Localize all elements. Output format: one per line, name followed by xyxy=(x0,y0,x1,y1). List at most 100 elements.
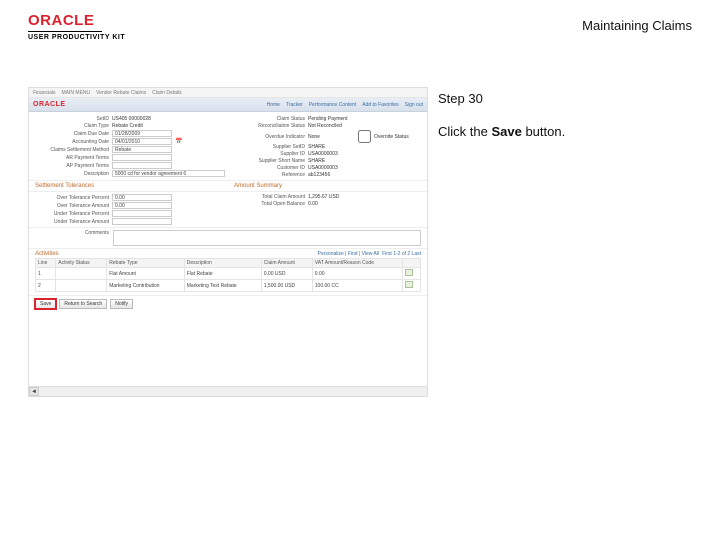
lbl-setid: SetID xyxy=(35,116,109,122)
section-headers: Settlement Tolerances Amount Summary xyxy=(29,181,427,192)
val-ref: ab123456 xyxy=(308,172,421,178)
val-overdue: None xyxy=(308,134,355,140)
th-vat: VAT Amount/Reason Code xyxy=(312,259,402,268)
inpt-uta[interactable] xyxy=(112,218,172,225)
nav-fav[interactable]: Add to Favorites xyxy=(362,102,398,108)
inpt-otp[interactable]: 0.00 xyxy=(112,194,172,201)
scroll-left-icon[interactable]: ◄ xyxy=(29,387,39,396)
content-row: Financials MAIN MENU Vendor Rebate Claim… xyxy=(0,87,720,397)
table-row: 1 Flat Amount Flat Rebate 0.00 USD 0.00 xyxy=(36,268,421,280)
table-header-row: Line Activity Status Rebate Type Descrip… xyxy=(36,259,421,268)
app-screenshot: Financials MAIN MENU Vendor Rebate Claim… xyxy=(28,87,428,397)
inpt-acctdate[interactable]: 04/01/2010 xyxy=(112,138,172,145)
cell: Marketing Test Rebate xyxy=(184,280,261,292)
lbl-custid: Customer ID xyxy=(231,165,305,171)
th-desc: Description xyxy=(184,259,261,268)
lbl-comments: Comments xyxy=(35,230,109,236)
horizontal-scrollbar[interactable]: ◄ xyxy=(29,386,427,396)
lbl-overdue: Overdue Indicator xyxy=(231,134,305,140)
lbl-claimtype: Claim Type xyxy=(35,123,109,129)
breadcrumb: Financials MAIN MENU Vendor Rebate Claim… xyxy=(29,88,427,98)
th-type: Rebate Type xyxy=(107,259,185,268)
notify-button[interactable]: Notify xyxy=(110,299,133,309)
activity-header: Activities Personalize | Find | View All… xyxy=(29,249,427,258)
lbl-desc: Description xyxy=(35,171,109,177)
lbl-status: Claim Status xyxy=(231,116,305,122)
breadcrumb-item: Vendor Rebate Claims xyxy=(96,90,146,96)
cell: 100.00 CC xyxy=(312,280,402,292)
inpt-desc[interactable]: 5000 cd for vendor agreement 6 xyxy=(112,170,225,177)
lbl-supshort: Supplier Short Name xyxy=(231,158,305,164)
cell-icon[interactable] xyxy=(402,280,420,292)
lbl-ota: Over Tolerance Amount xyxy=(35,203,109,209)
inpt-apterms[interactable] xyxy=(112,162,172,169)
comments-row: Comments xyxy=(29,228,427,249)
inpt-utp[interactable] xyxy=(112,210,172,217)
activity-title: Activities xyxy=(35,251,59,257)
inpt-ota[interactable]: 0.00 xyxy=(112,202,172,209)
tolerances-area: Over Tolerance Percent0.00 Over Toleranc… xyxy=(29,192,427,228)
lbl-otp: Over Tolerance Percent xyxy=(35,195,109,201)
lbl-utp: Under Tolerance Percent xyxy=(35,211,109,217)
pager: Personalize | Find | View All First 1-2 … xyxy=(318,251,421,257)
oracle-logo: ORACLE xyxy=(28,12,125,29)
lbl-recon: Reconciliation Status xyxy=(231,123,305,129)
inpt-arterms[interactable] xyxy=(112,154,172,161)
nav-tracker[interactable]: Tracker xyxy=(286,102,303,108)
cell-icon[interactable] xyxy=(402,268,420,280)
val-recon: Not Reconciled xyxy=(308,123,421,129)
app-logo: ORACLE xyxy=(33,101,66,108)
step-number: Step 30 xyxy=(438,91,702,106)
val-supsetid: SHARE xyxy=(308,144,421,150)
cell: 1,500.00 USD xyxy=(261,280,312,292)
step-text-prefix: Click the xyxy=(438,124,491,139)
return-button[interactable]: Return to Search xyxy=(59,299,107,309)
cell: 0.00 xyxy=(312,268,402,280)
lbl-supid: Supplier ID xyxy=(231,151,305,157)
cell: Flat Rebate xyxy=(184,268,261,280)
pager-links[interactable]: Personalize | Find | View All xyxy=(318,251,379,257)
cell: Marketing Contribution xyxy=(107,280,185,292)
doc-title: Maintaining Claims xyxy=(582,18,692,33)
override-label: Override Status xyxy=(374,134,421,140)
logo-block: ORACLE USER PRODUCTIVITY KIT xyxy=(28,12,125,41)
lbl-ref: Reference xyxy=(231,172,305,178)
app-nav: Home Tracker Performance Content Add to … xyxy=(267,102,423,108)
inpt-duedate[interactable]: 01/28/2009 xyxy=(112,130,172,137)
save-button[interactable]: Save xyxy=(35,299,56,309)
calendar-icon[interactable]: 📅 xyxy=(175,138,182,145)
th-amt: Claim Amount xyxy=(261,259,312,268)
lbl-acctdate: Accounting Date xyxy=(35,139,109,145)
nav-home[interactable]: Home xyxy=(267,102,280,108)
row-action-icon[interactable] xyxy=(405,281,413,288)
breadcrumb-item: Claim Details xyxy=(152,90,181,96)
nav-signout[interactable]: Sign out xyxy=(405,102,423,108)
nav-perf[interactable]: Performance Content xyxy=(309,102,357,108)
comments-box[interactable] xyxy=(113,230,421,246)
row-action-icon[interactable] xyxy=(405,269,413,276)
val-custid: USA0000003 xyxy=(308,165,421,171)
th-empty xyxy=(402,259,420,268)
section-amount: Amount Summary xyxy=(228,181,427,192)
activity-table: Line Activity Status Rebate Type Descrip… xyxy=(35,258,421,292)
th-line: Line xyxy=(36,259,56,268)
pager-range: First 1-2 of 2 Last xyxy=(382,251,421,257)
override-checkbox[interactable] xyxy=(358,130,371,143)
table-row: 2 Marketing Contribution Marketing Test … xyxy=(36,280,421,292)
breadcrumb-item: Financials xyxy=(33,90,56,96)
lbl-uta: Under Tolerance Amount xyxy=(35,219,109,225)
cell: 1 xyxy=(36,268,56,280)
instruction-panel: Step 30 Click the Save button. xyxy=(438,87,702,397)
form-left: SetIDUS405 00000028 Claim TypeRebate Cre… xyxy=(35,116,225,178)
val-tob: 0.00 xyxy=(308,201,421,207)
step-text: Click the Save button. xyxy=(438,124,702,139)
lbl-settle: Claims Settlement Method xyxy=(35,147,109,153)
cell: 2 xyxy=(36,280,56,292)
lbl-tob: Total Open Balance xyxy=(231,201,305,207)
main-form: SetIDUS405 00000028 Claim TypeRebate Cre… xyxy=(29,112,427,181)
inpt-settle[interactable]: Rebate xyxy=(112,146,172,153)
lbl-duedate: Claim Due Date xyxy=(35,131,109,137)
lbl-tca: Total Claim Amount xyxy=(231,194,305,200)
val-claimtype: Rebate Credit xyxy=(112,123,225,129)
val-setid: US405 00000028 xyxy=(112,116,225,122)
